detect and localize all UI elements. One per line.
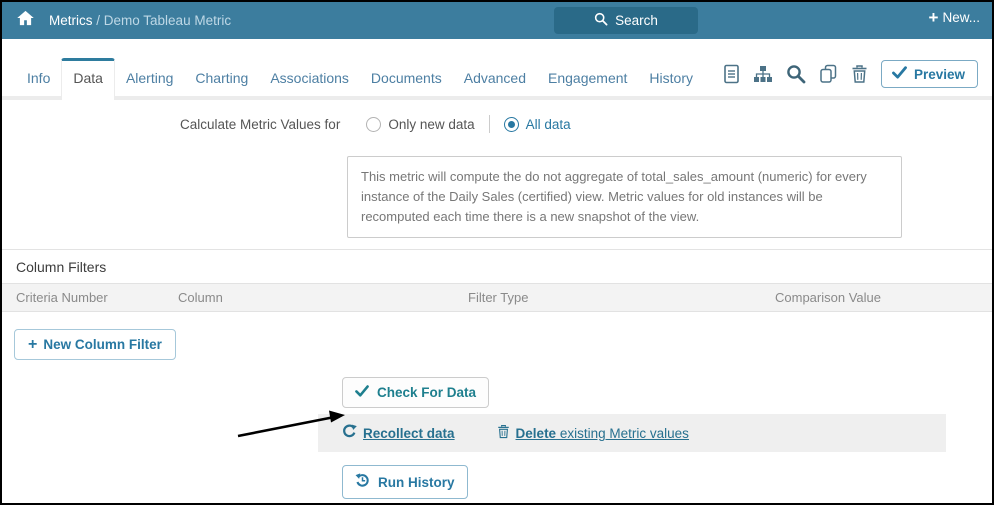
recollect-data-label: Recollect data xyxy=(363,425,455,441)
refresh-icon xyxy=(342,424,357,442)
column-filters-title: Column Filters xyxy=(16,259,107,276)
run-history-button[interactable]: Run History xyxy=(342,465,468,500)
divider xyxy=(488,115,490,133)
header-column: Column xyxy=(178,290,223,306)
plus-icon: + xyxy=(28,335,38,353)
search-button[interactable]: Search xyxy=(554,7,698,34)
check-icon xyxy=(355,385,369,400)
tab-data[interactable]: Data xyxy=(61,58,115,100)
breadcrumb: Metrics / Demo Tableau Metric xyxy=(49,13,231,28)
radio-all-data[interactable]: All data xyxy=(503,116,571,132)
tab-history[interactable]: History xyxy=(638,61,704,96)
plus-icon: + xyxy=(928,7,939,27)
tab-charting[interactable]: Charting xyxy=(184,61,259,96)
top-header-bar: Metrics / Demo Tableau Metric Search + N… xyxy=(2,2,992,39)
radio-only-new-data-label: Only new data xyxy=(388,116,475,132)
preview-button[interactable]: Preview xyxy=(880,60,978,88)
header-filter-type: Filter Type xyxy=(468,290,529,306)
check-for-data-button[interactable]: Check For Data xyxy=(342,377,490,409)
column-filters-header-row: Criteria Number Column Filter Type Compa… xyxy=(2,283,992,313)
breadcrumb-current: Demo Tableau Metric xyxy=(103,13,232,28)
preview-button-label: Preview xyxy=(913,66,965,82)
tab-associations[interactable]: Associations xyxy=(259,61,360,96)
tab-documents[interactable]: Documents xyxy=(360,61,453,96)
calculate-label: Calculate Metric Values for xyxy=(180,116,341,132)
run-history-label: Run History xyxy=(378,474,455,490)
recollect-delete-row: Recollect data Delete existing Metric va… xyxy=(318,414,946,453)
header-criteria-number: Criteria Number xyxy=(16,290,108,306)
tab-engagement[interactable]: Engagement xyxy=(537,61,638,96)
new-column-filter-button[interactable]: + New Column Filter xyxy=(14,329,176,361)
document-icon[interactable] xyxy=(723,64,740,84)
check-for-data-label: Check For Data xyxy=(377,385,477,401)
tab-advanced[interactable]: Advanced xyxy=(453,61,537,96)
column-filters-section: Column Filters Criteria Number Column Fi… xyxy=(2,249,992,361)
search-icon xyxy=(594,12,608,29)
calculate-metric-row: Calculate Metric Values for Only new dat… xyxy=(180,113,992,135)
app-window: Metrics / Demo Tableau Metric Search + N… xyxy=(0,0,994,505)
check-icon xyxy=(892,66,907,82)
radio-icon-unchecked[interactable] xyxy=(366,116,382,132)
search-zoom-icon[interactable] xyxy=(786,64,806,84)
radio-icon-checked[interactable] xyxy=(503,116,519,132)
tab-info[interactable]: Info xyxy=(16,61,61,96)
header-comparison-value: Comparison Value xyxy=(775,290,881,306)
new-button[interactable]: + New... xyxy=(928,7,980,27)
breadcrumb-separator: / xyxy=(92,13,104,28)
delete-label-rest: existing Metric values xyxy=(556,425,689,441)
tab-bar: Info Data Alerting Charting Associations… xyxy=(2,58,992,100)
delete-label-bold: Delete xyxy=(515,425,557,441)
copy-icon[interactable] xyxy=(819,64,838,84)
new-button-label: New... xyxy=(942,10,980,25)
tab-alerting[interactable]: Alerting xyxy=(115,61,184,96)
radio-only-new-data[interactable]: Only new data xyxy=(366,116,475,132)
toolbar: Preview xyxy=(723,60,978,96)
metric-description-box: This metric will compute the do not aggr… xyxy=(347,156,902,239)
search-button-label: Search xyxy=(615,13,658,28)
trash-icon xyxy=(497,424,510,442)
home-icon xyxy=(16,9,35,32)
breadcrumb-root[interactable]: Metrics xyxy=(49,13,93,28)
new-column-filter-label: New Column Filter xyxy=(43,337,162,353)
history-icon xyxy=(355,473,370,491)
recollect-data-link[interactable]: Recollect data xyxy=(342,424,455,442)
home-button[interactable] xyxy=(16,9,35,32)
sitemap-icon[interactable] xyxy=(753,65,773,84)
delete-metric-values-link[interactable]: Delete existing Metric values xyxy=(497,424,689,442)
radio-all-data-label: All data xyxy=(525,116,571,132)
trash-icon[interactable] xyxy=(851,64,868,84)
